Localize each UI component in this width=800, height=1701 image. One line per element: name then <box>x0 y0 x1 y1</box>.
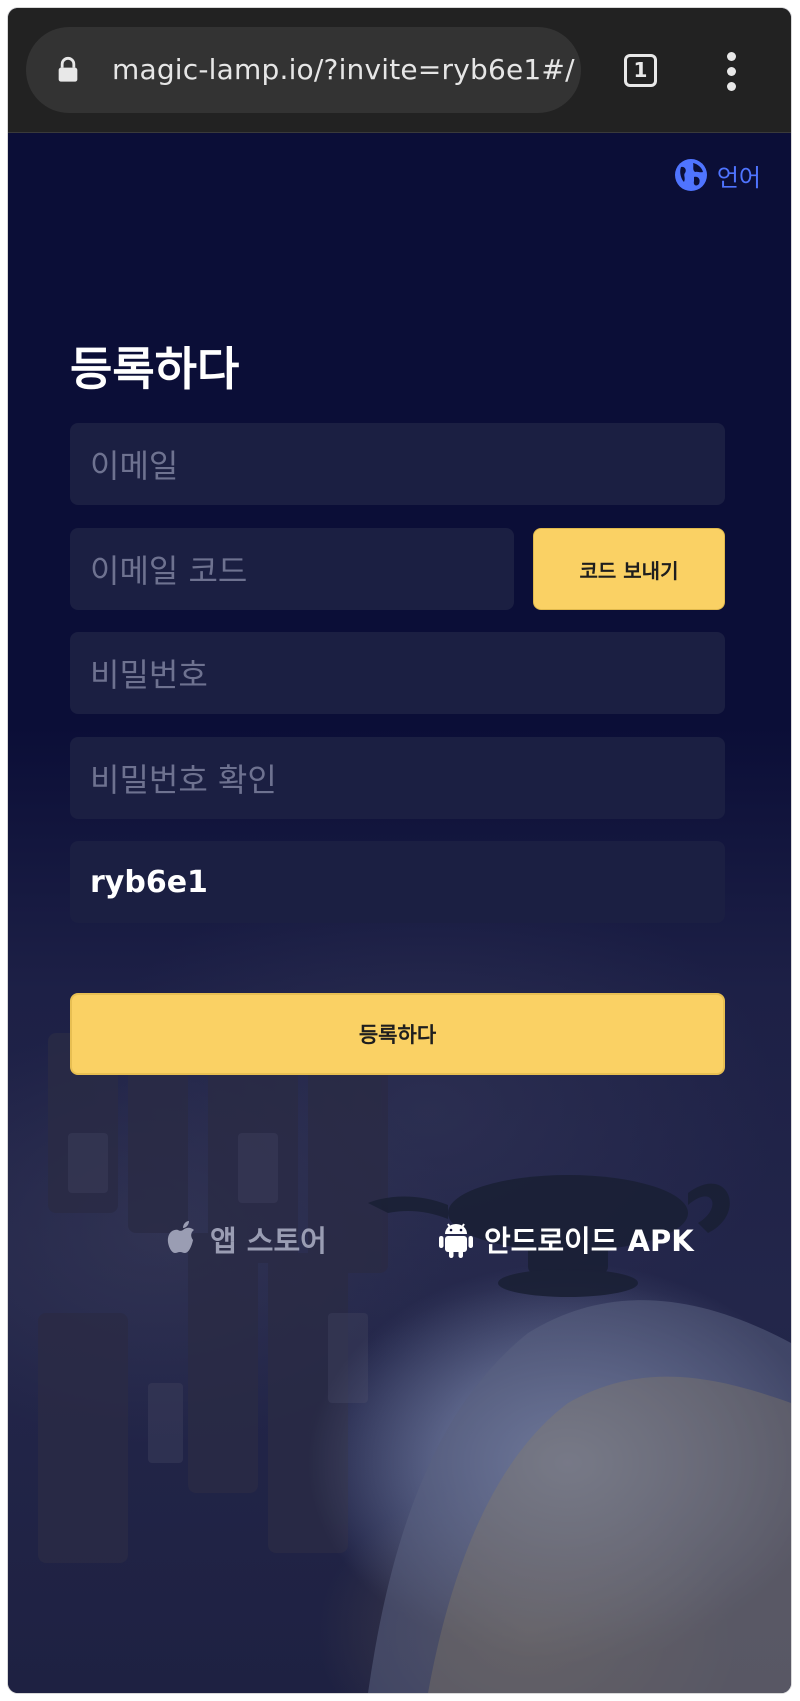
android-icon <box>439 1223 473 1258</box>
url-text[interactable]: magic-lamp.io/?invite=ryb6e1#/ <box>112 27 575 113</box>
registration-page: 언어 등록하다 이메일 이메일 코드 코드 보내기 비밀번호 비밀번호 확인 r… <box>8 133 791 1693</box>
register-button[interactable]: 등록하다 <box>70 993 725 1075</box>
confirm-password-field[interactable]: 비밀번호 확인 <box>70 737 725 819</box>
page-title: 등록하다 <box>70 342 240 396</box>
invite-code-field[interactable]: ryb6e1 <box>70 841 725 923</box>
android-apk-link[interactable]: 안드로이드 APK <box>438 1218 694 1260</box>
email-field[interactable]: 이메일 <box>70 423 725 505</box>
apple-icon <box>167 1221 194 1253</box>
password-field[interactable]: 비밀번호 <box>70 632 725 714</box>
lock-icon <box>58 56 78 82</box>
browser-toolbar: magic-lamp.io/?invite=ryb6e1#/ 1 <box>8 8 791 133</box>
language-selector[interactable]: 언어 <box>673 155 761 195</box>
more-vert-icon[interactable] <box>725 52 737 92</box>
browser-window: magic-lamp.io/?invite=ryb6e1#/ 1 언어 등록하다… <box>8 8 791 1693</box>
globe-icon <box>674 159 707 191</box>
language-label[interactable]: 언어 <box>717 158 761 193</box>
tab-switcher-button[interactable]: 1 <box>624 54 657 87</box>
app-store-link[interactable]: 앱 스토어 <box>166 1218 327 1260</box>
app-store-label[interactable]: 앱 스토어 <box>210 1218 327 1260</box>
send-code-button[interactable]: 코드 보내기 <box>533 528 725 610</box>
android-apk-label[interactable]: 안드로이드 APK <box>484 1218 694 1260</box>
email-code-field[interactable]: 이메일 코드 <box>70 528 514 610</box>
address-bar[interactable]: magic-lamp.io/?invite=ryb6e1#/ <box>26 27 581 113</box>
